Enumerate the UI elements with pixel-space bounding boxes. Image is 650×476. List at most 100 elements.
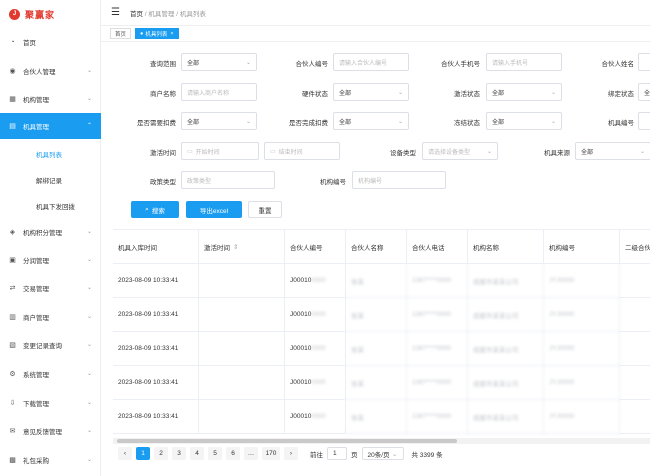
sidebar-item-label: 系统管理 bbox=[23, 372, 49, 379]
page-button[interactable]: 6 bbox=[226, 447, 240, 460]
table-cell: 成都市某某公司 bbox=[468, 298, 544, 332]
breadcrumb-device[interactable]: 机具管理 bbox=[148, 11, 174, 18]
goto-page-input[interactable]: 1 bbox=[327, 447, 347, 460]
sidebar-item-feedback[interactable]: ✉ 意见反馈管理 ⌄ bbox=[0, 418, 101, 444]
chevron-down-icon: ⌄ bbox=[86, 229, 92, 235]
chevron-down-icon: ⌄ bbox=[86, 342, 92, 348]
merchant-name-input[interactable]: 请输入商户名称 bbox=[181, 83, 257, 101]
breadcrumb-home[interactable]: 首页 bbox=[130, 11, 143, 18]
policy-type-input[interactable]: 政策类型 bbox=[181, 171, 275, 189]
table-cell bbox=[620, 400, 650, 434]
chevron-down-icon: ⌄ bbox=[86, 400, 92, 406]
transaction-icon: ⇄ bbox=[9, 285, 16, 292]
cell-text: 1387****0000 bbox=[412, 311, 452, 318]
sidebar-item-points[interactable]: ◈ 机构积分管理 ⌄ bbox=[0, 219, 101, 245]
select-value: 全部 bbox=[581, 149, 594, 156]
sidebar-item-institution[interactable]: ▦ 机构管理 ⌄ bbox=[0, 86, 101, 112]
hardware-status-select[interactable]: 全部 ⌄ bbox=[333, 83, 409, 101]
sidebar-item-merchant[interactable]: ▥ 商户管理 ⌄ bbox=[0, 304, 101, 330]
chevron-down-icon: ⌄ bbox=[86, 96, 92, 102]
sidebar-item-device[interactable]: ▤ 机具管理 ⌃ bbox=[0, 113, 101, 139]
more-pages-button[interactable]: … bbox=[244, 447, 258, 460]
logo-text: 聚赢家 bbox=[25, 9, 56, 20]
pagination: ‹ 1 2 3 4 5 6 … 170 › 前往 1 页 20条/页 ⌄ 共 33… bbox=[118, 447, 443, 460]
table-cell: 成都市某某公司 bbox=[468, 332, 544, 366]
logo[interactable]: J 聚赢家 bbox=[0, 0, 100, 28]
page-button[interactable]: 1 bbox=[136, 447, 150, 460]
menu-toggle-icon[interactable]: ☰ bbox=[111, 7, 120, 18]
chevron-down-icon: ⌄ bbox=[86, 457, 92, 463]
column-header[interactable]: 激活时间 ⇕ bbox=[199, 230, 285, 264]
device-no-input[interactable] bbox=[638, 112, 650, 130]
device-source-select[interactable]: 全部 ⌄ bbox=[575, 142, 650, 160]
horizontal-scrollbar[interactable] bbox=[113, 438, 650, 444]
need-deduct-select[interactable]: 全部 ⌄ bbox=[181, 112, 257, 130]
page-button[interactable]: 170 bbox=[262, 447, 280, 460]
sidebar-item-transaction[interactable]: ⇄ 交易管理 ⌄ bbox=[0, 275, 101, 301]
next-page-button[interactable]: › bbox=[284, 447, 298, 460]
deducted-select[interactable]: 全部 ⌄ bbox=[333, 112, 409, 130]
frozen-status-select[interactable]: 全部 ⌄ bbox=[486, 112, 562, 130]
sidebar-sub-device-list[interactable]: 机具列表 bbox=[0, 141, 101, 167]
partner-name-input[interactable] bbox=[638, 53, 650, 71]
sort-icon[interactable]: ⇕ bbox=[233, 243, 238, 251]
cell-text: 张某 bbox=[351, 278, 364, 286]
cell-text: 2023-08-09 10:33:41 bbox=[118, 311, 179, 318]
activation-status-select[interactable]: 全部 ⌄ bbox=[486, 83, 562, 101]
page-size-select[interactable]: 20条/页 ⌄ bbox=[361, 447, 404, 460]
sidebar-item-label: 意见反馈管理 bbox=[23, 429, 62, 436]
sidebar-sub-device-dispatch[interactable]: 机具下发回拨 bbox=[0, 193, 101, 219]
sidebar-item-gift[interactable]: ▩ 礼包采购 ⌄ bbox=[0, 447, 101, 473]
cell-text: 成都市某某公司 bbox=[473, 278, 519, 286]
close-icon[interactable]: × bbox=[170, 31, 173, 37]
select-value: 20条/页 bbox=[367, 451, 390, 459]
tab-device-list[interactable]: ● 机具列表 × bbox=[135, 28, 179, 39]
tab-home[interactable]: 首页 bbox=[110, 28, 132, 39]
chevron-down-icon: ⌄ bbox=[86, 314, 92, 320]
cell-text-masked: 0000 bbox=[311, 311, 326, 318]
sidebar: J 聚赢家 ◔ 首页 ◉ 合伙人管理 ⌄ ▦ 机构管理 ⌄ ▤ 机具管理 ⌃ 机… bbox=[0, 0, 101, 476]
reset-button[interactable]: 重置 bbox=[248, 201, 282, 218]
chevron-down-icon: ⌄ bbox=[245, 59, 251, 66]
deducted-label: 是否完成扣费 bbox=[289, 120, 328, 127]
cell-text: J00010 bbox=[290, 379, 312, 386]
activation-end-input[interactable]: ▭ 结束时间 bbox=[264, 142, 340, 160]
page-button[interactable]: 3 bbox=[172, 447, 186, 460]
page-button[interactable]: 4 bbox=[190, 447, 204, 460]
device-type-select[interactable]: 请选择设备类型 ⌄ bbox=[422, 142, 498, 160]
chevron-down-icon: ⌄ bbox=[245, 118, 251, 125]
search-button[interactable]: ⌕ 搜索 bbox=[131, 201, 179, 218]
page-button[interactable]: 2 bbox=[154, 447, 168, 460]
chevron-up-icon: ⌃ bbox=[86, 123, 92, 129]
table-cell: 张某 bbox=[346, 264, 407, 298]
org-no-input[interactable]: 机构编号 bbox=[352, 171, 446, 189]
sidebar-item-download[interactable]: ⇩ 下载管理 ⌄ bbox=[0, 390, 101, 416]
gift-icon: ▩ bbox=[9, 457, 16, 464]
partner-no-input[interactable]: 请输入合伙人编号 bbox=[333, 53, 409, 71]
org-no-label: 机构编号 bbox=[320, 179, 346, 186]
partner-phone-label: 合伙人手机号 bbox=[441, 61, 480, 68]
bind-status-select[interactable]: 全部 bbox=[638, 83, 650, 101]
scrollbar-thumb[interactable] bbox=[117, 439, 457, 443]
sidebar-item-label: 机构积分管理 bbox=[23, 230, 62, 237]
page-button[interactable]: 5 bbox=[208, 447, 222, 460]
sidebar-item-change-record[interactable]: ▧ 变更记录查询 ⌄ bbox=[0, 332, 101, 358]
query-scope-select[interactable]: 全部 ⌄ bbox=[181, 53, 257, 71]
tab-label: 首页 bbox=[115, 31, 127, 38]
cell-text-masked: 0000 bbox=[311, 413, 326, 420]
sidebar-item-system[interactable]: ⚙ 系统管理 ⌄ bbox=[0, 361, 101, 387]
cell-text: 1387****0000 bbox=[412, 379, 452, 386]
search-icon: ⌕ bbox=[145, 205, 149, 213]
select-value: 全部 bbox=[492, 119, 505, 126]
logo-mark-icon: J bbox=[9, 8, 20, 20]
activation-start-input[interactable]: ▭ 开始时间 bbox=[181, 142, 259, 160]
table-cell: 张某 bbox=[346, 366, 407, 400]
prev-page-button[interactable]: ‹ bbox=[118, 447, 132, 460]
export-excel-button[interactable]: 导出excel bbox=[186, 201, 242, 218]
cell-text: J00010 bbox=[290, 345, 312, 352]
sidebar-item-partner[interactable]: ◉ 合伙人管理 ⌄ bbox=[0, 58, 101, 84]
sidebar-sub-unbind-records[interactable]: 解绑记录 bbox=[0, 167, 101, 193]
sidebar-item-profit[interactable]: ▣ 分润管理 ⌄ bbox=[0, 247, 101, 273]
sidebar-item-home[interactable]: ◔ 首页 bbox=[0, 29, 101, 55]
partner-phone-input[interactable]: 请输入手机号 bbox=[486, 53, 562, 71]
